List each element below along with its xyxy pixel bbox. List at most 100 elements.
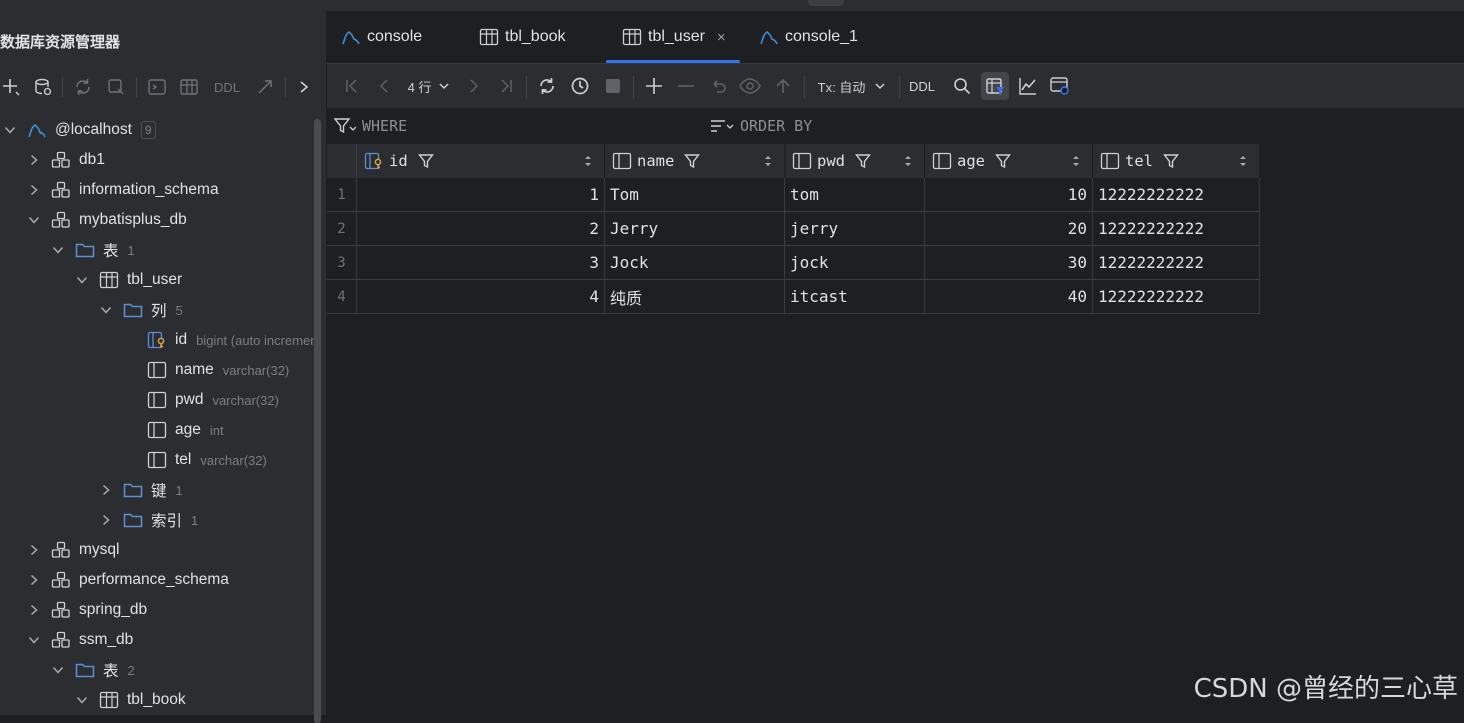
column-filter-icon[interactable] xyxy=(684,153,701,169)
table-row[interactable]: 1 1 Tom tom 10 12222222222 xyxy=(327,178,1260,212)
cell-tel[interactable]: 12222222222 xyxy=(1093,212,1260,246)
search-icon[interactable] xyxy=(949,72,975,100)
tree-node[interactable]: tel varchar(32) xyxy=(0,445,318,475)
cell-name[interactable]: Tom xyxy=(605,178,785,212)
chevron-down-icon[interactable] xyxy=(51,243,65,257)
cell-age[interactable]: 10 xyxy=(925,178,1093,212)
ddl-button[interactable]: DDL xyxy=(210,73,244,101)
cell-pwd[interactable]: jock xyxy=(785,246,925,280)
cell-pwd[interactable]: itcast xyxy=(785,280,925,314)
chevron-right-icon[interactable] xyxy=(27,153,41,167)
column-filter-icon[interactable] xyxy=(995,153,1011,169)
cell-age[interactable]: 20 xyxy=(925,212,1093,246)
sort-icon[interactable] xyxy=(1239,154,1247,168)
cell-tel[interactable]: 12222222222 xyxy=(1093,280,1260,314)
tree-node[interactable]: spring_db xyxy=(0,595,318,625)
tree-node[interactable]: mybatisplus_db xyxy=(0,205,318,235)
tree-node[interactable]: tbl_book xyxy=(0,685,318,715)
row-number[interactable]: 3 xyxy=(327,246,357,280)
chevron-down-icon[interactable] xyxy=(27,213,41,227)
cell-age[interactable]: 40 xyxy=(925,280,1093,314)
tree-node[interactable]: 表1 xyxy=(0,235,318,265)
page-size-dropdown[interactable]: 4 行 xyxy=(403,72,455,100)
tree-node[interactable]: name varchar(32) xyxy=(0,355,318,385)
chevron-down-icon[interactable] xyxy=(99,303,113,317)
next-page-icon[interactable] xyxy=(463,72,485,100)
ddl-button[interactable]: DDL xyxy=(907,72,937,100)
cell-id[interactable]: 3 xyxy=(357,246,605,280)
column-filter-icon[interactable] xyxy=(855,153,871,169)
column-header-name[interactable]: name xyxy=(605,144,785,178)
delete-row-icon[interactable] xyxy=(673,72,699,100)
chevron-down-icon[interactable] xyxy=(75,273,89,287)
order-by-filter[interactable]: ORDER BY xyxy=(710,117,812,135)
chevron-right-icon[interactable] xyxy=(27,543,41,557)
query-console-icon[interactable] xyxy=(145,73,169,101)
filter-toggle-icon[interactable] xyxy=(981,72,1009,100)
revert-icon[interactable] xyxy=(705,72,731,100)
cell-name[interactable]: 纯质 xyxy=(605,280,785,314)
history-clock-icon[interactable] xyxy=(567,72,593,100)
chevron-down-icon[interactable] xyxy=(75,693,89,707)
tree-node[interactable]: tbl_user xyxy=(0,265,318,295)
submit-icon[interactable] xyxy=(770,72,796,100)
last-page-icon[interactable] xyxy=(495,72,517,100)
view-settings-icon[interactable] xyxy=(1047,72,1073,100)
chevron-right-icon[interactable] xyxy=(99,513,113,527)
reload-icon[interactable] xyxy=(534,72,560,100)
row-number[interactable]: 2 xyxy=(327,212,357,246)
chevron-right-icon[interactable] xyxy=(27,183,41,197)
tree-node[interactable]: 键1 xyxy=(0,475,318,505)
cell-name[interactable]: Jock xyxy=(605,246,785,280)
add-icon[interactable] xyxy=(0,73,22,101)
column-filter-icon[interactable] xyxy=(1163,153,1179,169)
cell-id[interactable]: 1 xyxy=(357,178,605,212)
sort-icon[interactable] xyxy=(904,154,912,168)
sync-schema-icon[interactable] xyxy=(104,73,128,101)
cell-pwd[interactable]: tom xyxy=(785,178,925,212)
tab-tbl-user[interactable]: tbl_user × xyxy=(606,11,740,63)
cell-age[interactable]: 30 xyxy=(925,246,1093,280)
sort-icon[interactable] xyxy=(764,154,772,168)
close-icon[interactable]: × xyxy=(717,29,726,46)
column-header-age[interactable]: age xyxy=(925,144,1093,178)
chevron-right-icon[interactable] xyxy=(99,483,113,497)
tree-node[interactable]: db1 xyxy=(0,145,318,175)
jump-to-editor-icon[interactable] xyxy=(253,73,277,101)
table-view-icon[interactable] xyxy=(177,73,201,101)
more-chevron-icon[interactable] xyxy=(294,73,314,101)
chevron-down-icon[interactable] xyxy=(51,663,65,677)
tab-tbl-book[interactable]: tbl_book xyxy=(479,11,566,63)
chart-icon[interactable] xyxy=(1015,72,1041,100)
column-header-id[interactable]: id xyxy=(357,144,605,178)
sort-icon[interactable] xyxy=(584,154,592,168)
sort-icon[interactable] xyxy=(1072,154,1080,168)
stop-icon[interactable] xyxy=(600,72,626,100)
tree-node[interactable]: id bigint (auto increment) xyxy=(0,325,318,355)
first-page-icon[interactable] xyxy=(341,72,363,100)
preview-changes-icon[interactable] xyxy=(737,72,763,100)
chevron-down-icon[interactable] xyxy=(3,123,17,137)
tree-node[interactable]: mysql xyxy=(0,535,318,565)
tree-node[interactable]: information_schema xyxy=(0,175,318,205)
where-filter[interactable]: WHERE xyxy=(334,117,407,135)
tree-node[interactable]: ssm_db xyxy=(0,625,318,655)
table-row[interactable]: 3 3 Jock jock 30 12222222222 xyxy=(327,246,1260,280)
row-number[interactable]: 4 xyxy=(327,280,357,314)
cell-id[interactable]: 4 xyxy=(357,280,605,314)
tree-node[interactable]: @localhost 9 xyxy=(0,115,318,145)
tree-node[interactable]: performance_schema xyxy=(0,565,318,595)
explorer-scrollbar[interactable] xyxy=(314,119,321,723)
tab-console-1[interactable]: console_1 xyxy=(759,11,858,63)
tree-node[interactable]: pwd varchar(32) xyxy=(0,385,318,415)
tree-node[interactable]: 索引 1 xyxy=(0,505,318,535)
tab-console[interactable]: console xyxy=(341,11,422,63)
cell-tel[interactable]: 12222222222 xyxy=(1093,178,1260,212)
cell-tel[interactable]: 12222222222 xyxy=(1093,246,1260,280)
cell-pwd[interactable]: jerry xyxy=(785,212,925,246)
transaction-mode-dropdown[interactable]: Tx: 自动 xyxy=(812,72,892,100)
chevron-right-icon[interactable] xyxy=(27,603,41,617)
tree-node[interactable]: 列5 xyxy=(0,295,318,325)
chevron-right-icon[interactable] xyxy=(27,573,41,587)
column-header-tel[interactable]: tel xyxy=(1093,144,1260,178)
